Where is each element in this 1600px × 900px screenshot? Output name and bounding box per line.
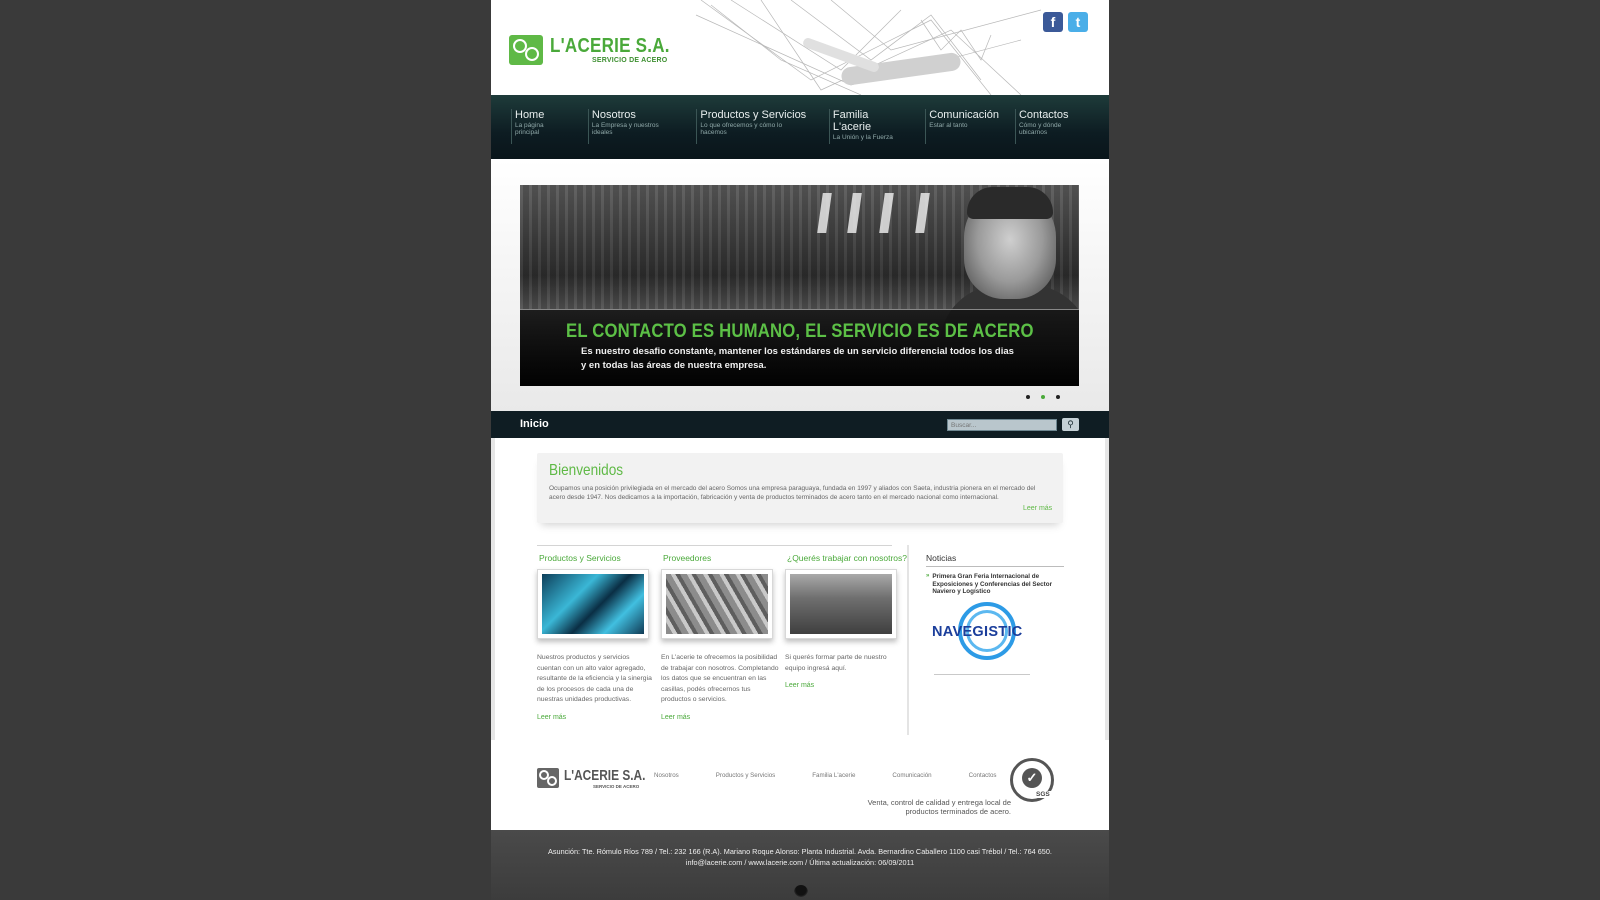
bullet-icon: »	[926, 573, 930, 579]
footer-contact[interactable]: info@lacerie.com / www.lacerie.com / Últ…	[491, 857, 1109, 868]
page-container: L'ACERIE S.A. SERVICIO DE ACERO f t Home	[491, 0, 1109, 900]
slider-dots	[1026, 395, 1060, 399]
footer-tagline: Venta, control de calidad y entrega loca…	[867, 798, 1011, 816]
sgs-certification-badge: ✓ SGS	[1010, 758, 1054, 802]
nav-item-home[interactable]: Home La página principal	[511, 109, 570, 144]
nav-item-title: Nosotros	[591, 109, 636, 121]
nav-item-subtitle: Lo que ofrecemos y cómo lo hacemos	[700, 122, 783, 136]
feature-title[interactable]: Proveedores	[663, 553, 779, 563]
section-bar: Inicio ⚲	[491, 411, 1109, 438]
divider	[934, 673, 1030, 675]
header: L'ACERIE S.A. SERVICIO DE ACERO f t	[491, 0, 1109, 95]
hero-headline: EL CONTACTO ES HUMANO, EL SERVICIO ES DE…	[566, 321, 1034, 342]
search-button[interactable]: ⚲	[1062, 418, 1079, 431]
footer-link-familia[interactable]: Familia L'acerie	[812, 772, 855, 779]
sgs-label: SGS	[1035, 791, 1051, 798]
feature-title[interactable]: Productos y Servicios	[539, 553, 655, 563]
feature-read-more-link[interactable]: Leer más	[661, 714, 779, 721]
feature-read-more-link[interactable]: Leer más	[785, 682, 903, 689]
news-item-text: Primera Gran Feria Internacional de Expo…	[932, 573, 1053, 595]
slider-dot-active[interactable]	[1041, 395, 1045, 399]
search-icon: ⚲	[1067, 419, 1074, 429]
welcome-text: Ocupamos una posición privilegiada en el…	[549, 485, 1036, 501]
welcome-title: Bienvenidos	[549, 462, 624, 479]
footer-link-comunicacion[interactable]: Comunicación	[892, 772, 931, 779]
feature-thumbnail[interactable]	[537, 569, 649, 639]
news-title: Noticias	[926, 553, 1064, 567]
facebook-icon[interactable]: f	[1043, 12, 1063, 32]
nav-item-subtitle: Cómo y dónde ubicarnos	[1018, 122, 1062, 136]
feature-text: En L'acerie te ofrecemos la posibilidad …	[661, 654, 779, 703]
hero-slide[interactable]: EL CONTACTO ES HUMANO, EL SERVICIO ES DE…	[520, 185, 1079, 386]
logo-mark-icon	[509, 35, 543, 65]
nav-item-familia[interactable]: Familia L'acerie La Unión y la Fuerza	[828, 109, 909, 144]
banner-section: EL CONTACTO ES HUMANO, EL SERVICIO ES DE…	[491, 159, 1109, 411]
hero-text: Es nuestro desafio constante, mantener l…	[581, 346, 1014, 371]
nav-item-subtitle: La Unión y la Fuerza	[832, 134, 893, 141]
news-item[interactable]: » Primera Gran Feria Internacional de Ex…	[926, 573, 1064, 596]
welcome-read-more-link[interactable]: Leer más	[1023, 505, 1052, 512]
drop-icon	[794, 885, 808, 899]
sidebar-divider	[907, 545, 909, 735]
footer-link-productos[interactable]: Productos y Servicios	[716, 772, 776, 779]
feature-proveedores: Proveedores En L'acerie te ofrecemos la …	[661, 553, 779, 721]
main-nav: Home La página principal Nosotros La Emp…	[491, 95, 1109, 159]
nav-item-productos[interactable]: Productos y Servicios Lo que ofrecemos y…	[696, 109, 808, 144]
feature-thumbnail[interactable]	[661, 569, 773, 639]
footer-logo-tagline: SERVICIO DE ACERO	[593, 784, 640, 789]
logo-mark-icon	[537, 768, 559, 788]
twitter-icon[interactable]: t	[1068, 12, 1088, 32]
nav-item-title: Home	[515, 109, 545, 121]
nav-item-comunicacion[interactable]: Comunicación Estar al tanto	[925, 109, 1001, 144]
footer-links: Nosotros Productos y Servicios Familia L…	[654, 772, 996, 779]
slider-dot[interactable]	[1026, 395, 1030, 399]
feature-text: Si querés formar parte de nuestro equipo…	[785, 654, 887, 672]
welcome-box: Bienvenidos Ocupamos una posición privil…	[537, 453, 1063, 523]
nav-item-subtitle: La página principal	[515, 122, 544, 136]
nav-item-title: Familia L'acerie	[832, 109, 872, 133]
check-icon: ✓	[1022, 768, 1042, 788]
steel-pipes-image	[542, 574, 644, 634]
nav-item-subtitle: Estar al tanto	[929, 122, 968, 129]
feature-title[interactable]: ¿Querés trabajar con nosotros?	[787, 553, 907, 563]
footer-bottom: Asunción: Tte. Rómulo Ríos 789 / Tel.: 2…	[491, 830, 1109, 900]
slider-dot[interactable]	[1056, 395, 1060, 399]
footer-link-nosotros[interactable]: Nosotros	[654, 772, 679, 779]
main-content: Bienvenidos Ocupamos una posición privil…	[491, 438, 1109, 740]
feature-text: Nuestros productos y servicios cuentan c…	[537, 654, 652, 703]
footer-address: Asunción: Tte. Rómulo Ríos 789 / Tel.: 2…	[548, 847, 1052, 856]
nav-item-nosotros[interactable]: Nosotros La Empresa y nuestros ideales	[587, 109, 681, 144]
nav-item-contactos[interactable]: Contactos Cómo y dónde ubicarnos	[1014, 109, 1091, 144]
workshop-image	[790, 574, 892, 634]
feature-productos: Productos y Servicios Nuestros productos…	[537, 553, 655, 721]
feature-read-more-link[interactable]: Leer más	[537, 714, 655, 721]
search-input[interactable]	[947, 419, 1057, 431]
site-logo[interactable]: L'ACERIE S.A. SERVICIO DE ACERO	[509, 35, 691, 65]
footer-logo[interactable]: L'ACERIE S.A. SERVICIO DE ACERO	[537, 768, 663, 789]
footer-link-contactos[interactable]: Contactos	[969, 772, 997, 779]
section-title: Inicio	[520, 418, 549, 430]
nav-item-title: Comunicación	[929, 109, 999, 121]
nav-item-subtitle: La Empresa y nuestros ideales	[591, 122, 659, 136]
navegistic-logo[interactable]: NAVEGISTIC	[932, 601, 1032, 666]
navegistic-logo-text: NAVEGISTIC	[932, 623, 1023, 640]
feature-thumbnail[interactable]	[785, 569, 897, 639]
logo-tagline: SERVICIO DE ACERO	[592, 57, 668, 64]
news-sidebar: Noticias » Primera Gran Feria Internacio…	[926, 553, 1064, 675]
logo-name: L'ACERIE S.A.	[550, 35, 670, 57]
feature-trabajar: ¿Querés trabajar con nosotros? Si querés…	[785, 553, 907, 689]
machinery-image	[666, 574, 768, 634]
nav-item-title: Contactos	[1018, 109, 1069, 121]
nav-item-title: Productos y Servicios	[700, 109, 807, 121]
footer: L'ACERIE S.A. SERVICIO DE ACERO Nosotros…	[491, 740, 1109, 830]
divider	[537, 545, 892, 546]
